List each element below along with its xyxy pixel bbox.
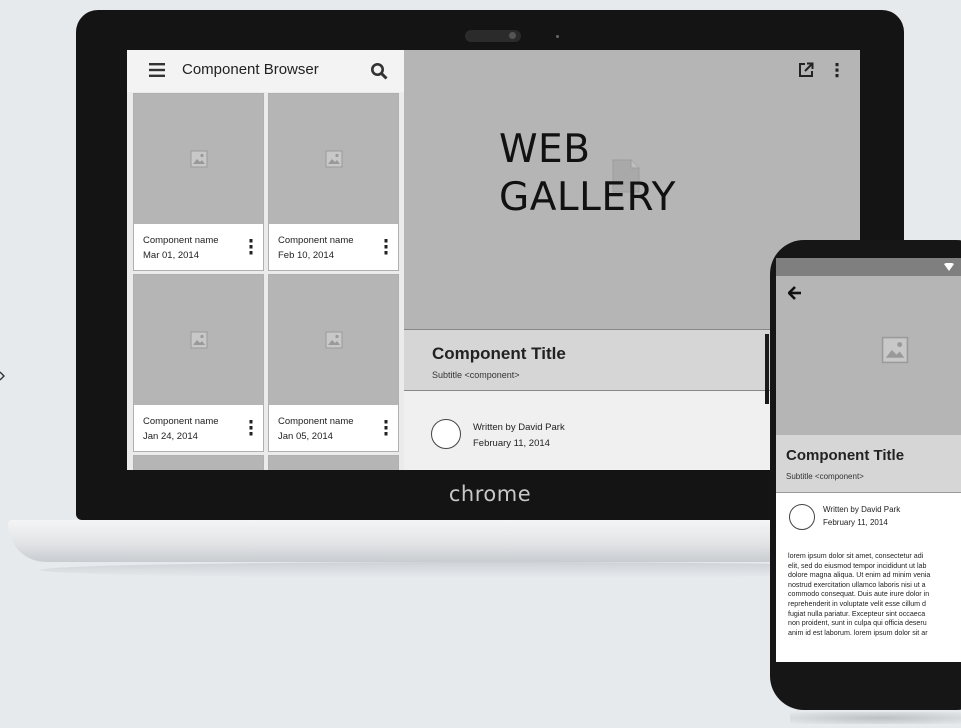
camera-sensor — [556, 35, 559, 38]
avatar[interactable] — [789, 504, 815, 530]
open-in-new-icon[interactable] — [798, 62, 814, 78]
card-name: Component name — [143, 416, 219, 427]
image-placeholder-icon — [325, 150, 343, 168]
card-thumbnail — [269, 275, 398, 405]
article-body: lorem ipsum dolor sit amet, consectetur … — [788, 552, 931, 637]
more-vert-icon[interactable] — [249, 420, 253, 436]
post-date: February 11, 2014 — [473, 438, 550, 449]
component-card[interactable]: Component name Jan 05, 2014 — [268, 274, 399, 452]
component-card[interactable]: Component name Jan 24, 2014 — [133, 274, 264, 452]
image-placeholder-icon — [190, 331, 208, 349]
avatar[interactable] — [431, 419, 461, 449]
component-card-partial[interactable] — [133, 455, 264, 470]
camera-lens — [509, 32, 516, 39]
app-toolbar: Component Browser — [127, 50, 404, 92]
search-icon[interactable] — [370, 62, 388, 80]
component-list-panel: Component Browser Component name Mar 01,… — [127, 50, 405, 470]
card-name: Component name — [143, 235, 219, 246]
component-title: Component Title — [786, 447, 905, 464]
screen-scroll-edge — [765, 334, 769, 404]
card-date: Feb 10, 2014 — [278, 250, 334, 261]
app-title: Component Browser — [182, 61, 319, 78]
phone-screen: Component Title Subtitle <component> Wri… — [776, 258, 961, 662]
chevron-right-icon — [0, 371, 5, 381]
card-date: Jan 05, 2014 — [278, 431, 333, 442]
hero-title-line: GALLERY — [499, 175, 676, 220]
card-name: Component name — [278, 235, 354, 246]
image-placeholder-icon — [325, 331, 343, 349]
author-name: Written by David Park — [823, 505, 901, 514]
component-card[interactable]: Component name Mar 01, 2014 — [133, 93, 264, 271]
laptop-screen: Component Browser Component name Mar 01,… — [127, 50, 860, 470]
component-header: Component Title Subtitle <component> — [776, 435, 961, 493]
author-name: Written by David Park — [473, 422, 565, 433]
wifi-icon — [944, 263, 954, 271]
component-title: Component Title — [432, 344, 566, 363]
more-vert-icon[interactable] — [835, 62, 839, 78]
card-name: Component name — [278, 416, 354, 427]
hero-title-line: WEB — [499, 127, 591, 172]
phone-shadow — [790, 712, 961, 724]
menu-icon[interactable] — [149, 63, 165, 77]
card-date: Jan 24, 2014 — [143, 431, 198, 442]
component-subtitle: Subtitle <component> — [432, 370, 520, 380]
card-thumbnail — [134, 275, 263, 405]
hero-image — [776, 276, 961, 436]
component-card[interactable]: Component name Feb 10, 2014 — [268, 93, 399, 271]
status-bar — [776, 258, 961, 276]
more-vert-icon[interactable] — [249, 239, 253, 255]
component-card-partial[interactable] — [268, 455, 399, 470]
card-thumbnail — [269, 94, 398, 224]
card-date: Mar 01, 2014 — [143, 250, 199, 261]
component-subtitle: Subtitle <component> — [786, 472, 864, 481]
more-vert-icon[interactable] — [384, 420, 388, 436]
image-placeholder-icon — [190, 150, 208, 168]
card-thumbnail — [134, 94, 263, 224]
back-arrow-icon[interactable] — [788, 286, 802, 300]
post-date: February 11, 2014 — [823, 518, 888, 527]
hero-title: WEB GALLERY — [499, 126, 676, 222]
image-placeholder-icon — [881, 336, 909, 364]
more-vert-icon[interactable] — [384, 239, 388, 255]
